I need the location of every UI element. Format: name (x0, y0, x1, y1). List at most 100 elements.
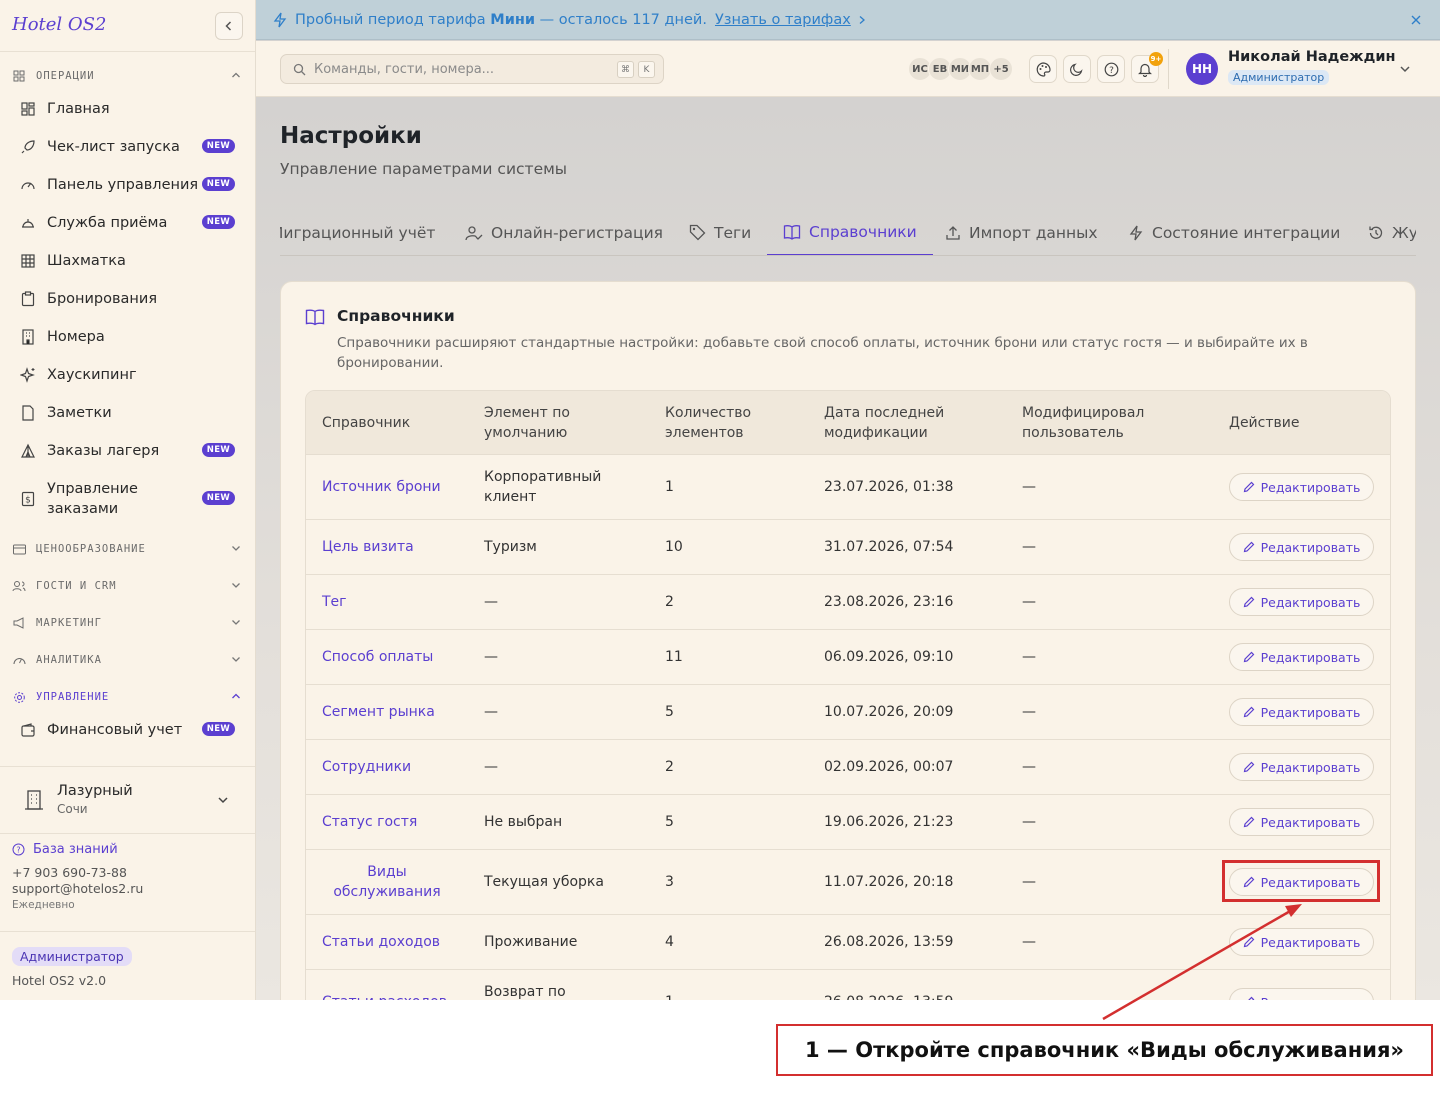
sidebar-item-label: Управление заказами (47, 481, 138, 517)
chevron-down-icon[interactable] (1398, 62, 1412, 76)
sidebar-item-bookings[interactable]: Бронирования (12, 280, 244, 318)
dictionary-name-link[interactable]: Источник брони (322, 477, 441, 497)
element-count: 4 (665, 934, 674, 950)
dictionaries-table: Справочник Элемент по умолчанию Количест… (305, 390, 1391, 1000)
edit-button[interactable]: Редактировать (1229, 753, 1374, 781)
edit-label: Редактировать (1260, 539, 1361, 555)
sidebar-item-housekeeping[interactable]: Хаускипинг (12, 356, 244, 394)
section-analytics[interactable]: АНАЛИТИКА (12, 650, 244, 670)
sidebar-item-camp-orders[interactable]: Заказы лагеря NEW (12, 432, 244, 470)
gauge-small-icon (12, 653, 26, 667)
collapse-sidebar-button[interactable] (215, 12, 243, 40)
dollar-icon: $ (19, 490, 37, 508)
modified-user: — (1022, 539, 1036, 555)
chevron-right-icon (859, 15, 865, 24)
tab-label: Онлайн-регистрация (491, 223, 663, 242)
edit-label: Редактировать (1260, 934, 1361, 950)
app-logo[interactable]: Hotel OS2 (12, 14, 106, 35)
theme-palette-button[interactable] (1029, 55, 1057, 83)
sidebar-item-front-desk[interactable]: Служба приёма NEW (12, 204, 244, 242)
sidebar-item-order-management[interactable]: $ Управление заказами NEW (12, 477, 244, 521)
tab-online-registration[interactable]: Онлайн-регистрация (465, 209, 663, 255)
sidebar-item-rooms[interactable]: Номера (12, 318, 244, 356)
pencil-icon (1243, 651, 1255, 663)
support-phone[interactable]: +7 903 690-73-88 (12, 865, 244, 880)
dictionary-name-link[interactable]: Способ оплаты (322, 647, 433, 667)
svg-text:?: ? (16, 846, 20, 855)
dark-mode-button[interactable] (1063, 55, 1091, 83)
tab-journal[interactable]: Журнал (1368, 209, 1416, 255)
pencil-icon (1243, 936, 1255, 948)
section-operations[interactable]: ОПЕРАЦИИ (12, 66, 244, 86)
tab-tags[interactable]: Теги (689, 209, 751, 255)
modified-user: — (1022, 814, 1036, 830)
modified-date: 23.08.2026, 23:16 (824, 594, 954, 610)
modified-date: 06.09.2026, 09:10 (824, 649, 954, 665)
new-badge: NEW (201, 215, 235, 229)
user-avatar[interactable]: НН (1186, 53, 1218, 85)
default-element: Текущая уборка (484, 874, 604, 890)
edit-button[interactable]: Редактировать (1229, 808, 1374, 836)
sidebar-header: Hotel OS2 (0, 0, 255, 52)
banner-text-after: — осталось 117 дней. (535, 11, 707, 28)
user-role-badge: Администратор (1228, 70, 1330, 85)
tariffs-link[interactable]: Узнать о тарифах (715, 12, 851, 28)
dictionary-name-link[interactable]: Статус гостя (322, 812, 417, 832)
sidebar-item-label: Заметки (47, 405, 112, 421)
notifications-button[interactable]: 9+ (1131, 52, 1163, 83)
dictionary-name-link[interactable]: Статьи доходов (322, 932, 440, 952)
dictionary-name-link[interactable]: Сегмент рынка (322, 702, 435, 722)
edit-button[interactable]: Редактировать (1229, 643, 1374, 671)
default-element: Не выбран (484, 814, 563, 830)
edit-label: Редактировать (1260, 649, 1361, 665)
section-marketing[interactable]: МАРКЕТИНГ (12, 613, 244, 633)
section-guests-crm[interactable]: ГОСТИ И CRM (12, 576, 244, 596)
sidebar-item-control-panel[interactable]: Панель управления NEW (12, 166, 244, 204)
sidebar-item-launch-checklist[interactable]: Чек-лист запуска NEW (12, 128, 244, 166)
tab-data-import[interactable]: Импорт данных (945, 209, 1098, 255)
section-management[interactable]: УПРАВЛЕНИЕ (12, 687, 244, 707)
table-row: Способ оплаты — 11 06.09.2026, 09:10 — Р… (306, 630, 1390, 685)
sidebar-item-finance[interactable]: Финансовый учет NEW (12, 711, 244, 749)
modified-date: 10.07.2026, 20:09 (824, 704, 954, 720)
table-row: Статьи расходов Возврат по 1 26.08.2026,… (306, 970, 1390, 1000)
note-icon (19, 404, 37, 422)
dictionary-name-link[interactable]: Тег (322, 592, 347, 612)
close-icon[interactable] (1410, 14, 1422, 26)
help-button[interactable]: ? (1097, 55, 1125, 83)
dictionary-name-link[interactable]: Сотрудники (322, 757, 411, 777)
default-element: — (484, 704, 498, 720)
sidebar-item-home[interactable]: Главная (12, 90, 244, 128)
sidebar-item-label: Панель управления (47, 177, 199, 193)
command-search[interactable]: Команды, гости, номера... ⌘ K (280, 54, 664, 84)
users-icon (12, 579, 26, 593)
hotel-selector[interactable]: Лазурный Сочи (0, 766, 255, 834)
card-icon (12, 542, 26, 556)
dictionary-name-link[interactable]: Статьи расходов (322, 992, 447, 1000)
sidebar-item-chessboard[interactable]: Шахматка (12, 242, 244, 280)
edit-button[interactable]: Редактировать (1229, 588, 1374, 616)
edit-button[interactable]: Редактировать (1229, 698, 1374, 726)
edit-button[interactable]: Редактировать (1229, 928, 1374, 956)
dictionary-name-link[interactable]: Виды обслуживания (322, 862, 452, 902)
edit-button[interactable]: Редактировать (1229, 533, 1374, 561)
new-badge: NEW (201, 177, 235, 191)
user-name[interactable]: Николай Надеждин (1228, 49, 1396, 65)
role-block: Администратор Hotel OS2 v2.0 (0, 931, 255, 1000)
tab-dictionaries[interactable]: Справочники (767, 209, 933, 255)
dictionary-name-link[interactable]: Цель визита (322, 537, 414, 557)
section-pricing[interactable]: ЦЕНООБРАЗОВАНИЕ (12, 539, 244, 559)
sidebar-item-notes[interactable]: Заметки (12, 394, 244, 432)
moon-icon (1070, 63, 1083, 76)
pencil-icon (1243, 761, 1255, 773)
tab-integration-status[interactable]: Состояние интеграции (1128, 209, 1340, 255)
sidebar-item-label: Шахматка (47, 253, 126, 269)
edit-button[interactable]: Редактировать (1229, 473, 1374, 501)
more-users-avatar[interactable]: +5 (989, 57, 1013, 81)
knowledge-base-link[interactable]: ? База знаний (12, 842, 244, 857)
tab-migration[interactable]: Миграционный учёт (280, 209, 435, 255)
edit-button[interactable]: Редактировать (1229, 988, 1374, 1000)
support-email[interactable]: support@hotelos2.ru (12, 881, 244, 896)
chevron-left-icon (225, 21, 232, 31)
dashboard-icon (19, 100, 37, 118)
